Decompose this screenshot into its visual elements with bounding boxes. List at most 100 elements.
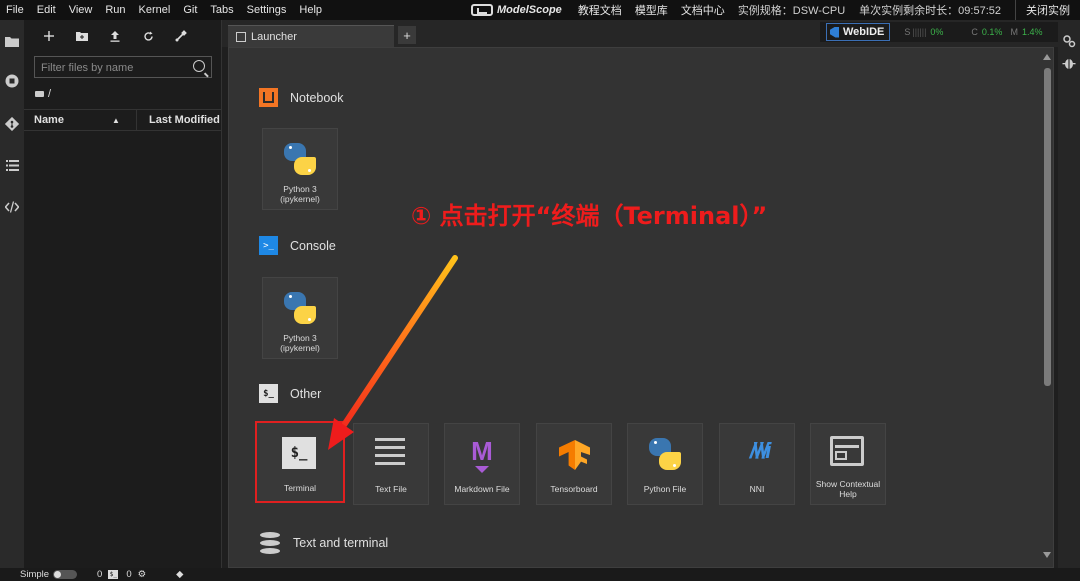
menu-tabs[interactable]: Tabs xyxy=(210,4,233,16)
remaining-time: 单次实例剩余时长：09:57:52 xyxy=(859,5,1001,17)
git-icon[interactable] xyxy=(3,115,21,133)
menu-edit[interactable]: Edit xyxy=(37,4,56,16)
property-inspector-icon[interactable] xyxy=(1062,34,1076,51)
new-launcher-button[interactable] xyxy=(39,26,59,46)
scroll-thumb[interactable] xyxy=(1044,68,1051,386)
refresh-button[interactable] xyxy=(138,26,158,46)
card-label: Text File xyxy=(375,484,407,494)
webide-button[interactable]: WebIDE xyxy=(826,23,891,41)
count-a: 0 xyxy=(97,569,103,580)
column-last-modified[interactable]: Last Modified xyxy=(136,110,221,130)
scroll-up-arrow[interactable] xyxy=(1043,54,1051,60)
tab-launcher[interactable]: Launcher xyxy=(228,25,394,47)
notebook-python3-card[interactable]: Python 3 (ipykernel) xyxy=(262,128,338,210)
folder-icon[interactable] xyxy=(3,32,21,50)
activity-bar xyxy=(0,20,24,568)
file-filter-box xyxy=(34,56,212,79)
tab-bar: Launcher + WebIDE S |||||| 0% C 0.1% M 1… xyxy=(222,20,1080,47)
markdown-file-card[interactable]: M Markdown File xyxy=(444,423,520,505)
right-sidebar xyxy=(1058,20,1080,568)
contextual-help-card[interactable]: Show Contextual Help xyxy=(810,423,886,505)
file-filter-input[interactable] xyxy=(35,57,193,79)
text-file-icon xyxy=(373,436,409,472)
top-right-area: ModelScope 教程文档 模型库 文档中心 实例规格：DSW-CPU 单次… xyxy=(471,0,1080,20)
column-name[interactable]: Name xyxy=(34,114,64,126)
terminal-section-icon: $_ xyxy=(259,384,278,403)
link-doc-center[interactable]: 文档中心 xyxy=(681,2,725,18)
python-file-card[interactable]: Python File xyxy=(627,423,703,505)
new-folder-button[interactable] xyxy=(72,26,92,46)
simple-mode-label: Simple xyxy=(20,569,50,580)
text-file-card[interactable]: Text File xyxy=(353,423,429,505)
status-bar: Simple 0 $_ 0 ⚙ ◆ xyxy=(0,568,1080,581)
storage-meter: S |||||| 0% xyxy=(904,27,943,37)
terminal-small-icon: $_ xyxy=(108,570,119,579)
section-other: $_ Other xyxy=(259,384,321,403)
tab-label: Launcher xyxy=(251,30,297,43)
console-python3-card[interactable]: Python 3 (ipykernel) xyxy=(262,277,338,359)
cpu-meter-label: C xyxy=(971,27,978,37)
file-browser: / Name ▲ Last Modified xyxy=(24,20,222,568)
close-instance-button[interactable]: 关闭实例 xyxy=(1015,0,1080,20)
upload-button[interactable] xyxy=(105,26,125,46)
breadcrumb-path: / xyxy=(48,88,52,100)
instance-spec: 实例规格：DSW-CPU xyxy=(737,5,846,17)
modelscope-icon xyxy=(471,4,494,16)
card-label: NNI xyxy=(749,484,765,494)
storage-meter-bars: |||||| xyxy=(912,27,927,37)
card-label: Terminal xyxy=(283,483,317,493)
menu-run[interactable]: Run xyxy=(105,4,125,16)
brand-name: ModelScope xyxy=(497,4,562,16)
nni-card[interactable]: /\/\/i NNI xyxy=(719,423,795,505)
breadcrumb[interactable]: / xyxy=(35,88,51,100)
python-icon xyxy=(282,290,318,326)
notebook-icon xyxy=(259,88,278,107)
scroll-down-arrow[interactable] xyxy=(1043,552,1051,558)
annotation-text: ① 点击打开“终端（Terminal）” xyxy=(411,202,768,230)
git-status-icon[interactable]: ◆ xyxy=(176,569,183,580)
resource-status: WebIDE S |||||| 0% C 0.1% M 1.4% xyxy=(820,22,1060,42)
section-text-terminal-title: Text and terminal xyxy=(293,536,389,550)
storage-meter-value: 0% xyxy=(930,27,944,37)
menu-settings[interactable]: Settings xyxy=(247,4,287,16)
simple-mode-toggle[interactable] xyxy=(53,570,78,579)
launcher-panel: Notebook Python 3 (ipykernel) >_ Console… xyxy=(228,47,1054,568)
code-snippets-icon[interactable] xyxy=(3,198,21,216)
menu-git[interactable]: Git xyxy=(183,4,197,16)
link-tutorial-docs[interactable]: 教程文档 xyxy=(578,2,622,18)
menu-file[interactable]: File xyxy=(6,4,24,16)
table-of-contents-icon[interactable] xyxy=(3,156,21,174)
section-notebook-title: Notebook xyxy=(290,90,344,105)
python-icon xyxy=(282,141,318,177)
menu-view[interactable]: View xyxy=(69,4,93,16)
cpu-meter-value: 0.1% xyxy=(981,27,1003,37)
card-label: Show Contextual Help xyxy=(815,479,881,499)
section-text-terminal: Text and terminal xyxy=(259,532,388,554)
section-console: >_ Console xyxy=(259,236,336,255)
running-icon[interactable] xyxy=(3,72,21,90)
new-tab-button[interactable]: + xyxy=(398,26,416,44)
card-label: Markdown File xyxy=(454,484,510,494)
terminal-card[interactable]: $_ Terminal xyxy=(255,421,345,503)
tensorboard-card[interactable]: Tensorboard xyxy=(536,423,612,505)
terminals-count[interactable]: 0 $_ xyxy=(97,569,119,580)
section-notebook: Notebook xyxy=(259,88,344,107)
menu-help[interactable]: Help xyxy=(299,4,322,16)
contextual-help-icon xyxy=(830,436,866,472)
terminal-icon: $_ xyxy=(282,437,318,473)
menu-kernel[interactable]: Kernel xyxy=(139,4,171,16)
count-b: 0 xyxy=(126,569,132,580)
modelscope-logo[interactable]: ModelScope xyxy=(471,4,562,16)
cpu-meter: C 0.1% xyxy=(971,27,1002,37)
git-clone-button[interactable] xyxy=(171,26,191,46)
debugger-icon[interactable] xyxy=(1062,56,1076,73)
section-console-title: Console xyxy=(290,238,336,253)
console-icon: >_ xyxy=(259,236,278,255)
launcher-scrollbar[interactable] xyxy=(1041,50,1053,565)
kernels-count[interactable]: 0 ⚙ xyxy=(126,569,146,580)
section-other-title: Other xyxy=(290,386,322,401)
memory-meter: M 1.4% xyxy=(1010,27,1042,37)
storage-meter-label: S xyxy=(904,27,911,37)
vscode-icon xyxy=(830,26,839,38)
link-model-library[interactable]: 模型库 xyxy=(635,2,668,18)
